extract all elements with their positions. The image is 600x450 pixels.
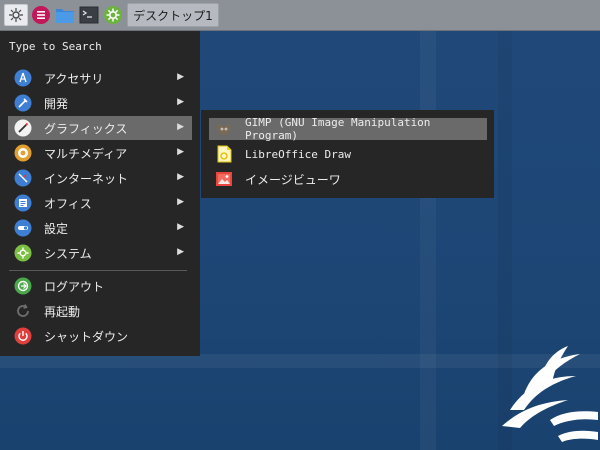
submenu-arrow-icon: ▶	[177, 172, 184, 182]
accessories-icon	[14, 69, 32, 87]
submenu-arrow-icon: ▶	[177, 97, 184, 107]
gimp-icon	[215, 120, 233, 138]
settings-icon	[104, 6, 122, 24]
shutdown-button[interactable]: シャットダウン	[8, 324, 192, 348]
submenu-item-label: LibreOffice Draw	[245, 147, 351, 161]
app-menu-button[interactable]	[30, 4, 52, 26]
submenu-arrow-icon: ▶	[177, 122, 184, 132]
whisker-menu-button[interactable]	[4, 4, 28, 26]
submenu-arrow-icon: ▶	[177, 222, 184, 232]
submenu-item-label: イメージビューワ	[245, 172, 341, 187]
search-input[interactable]: Type to Search	[9, 40, 102, 53]
libreoffice-draw-icon	[215, 145, 233, 163]
graphics-icon	[14, 119, 32, 137]
terminal-button[interactable]	[78, 4, 100, 26]
submenu-item-libreoffice-draw[interactable]: LibreOffice Draw	[209, 143, 487, 165]
logout-button[interactable]: ログアウト	[8, 274, 192, 298]
shutdown-label: シャットダウン	[44, 329, 129, 344]
menu-category-graphics[interactable]: グラフィックス ▶	[8, 116, 192, 140]
submenu-arrow-icon: ▶	[177, 197, 184, 207]
submenu-arrow-icon: ▶	[177, 147, 184, 157]
development-icon	[14, 94, 32, 112]
multimedia-icon	[14, 144, 32, 162]
menu-category-label: インターネット	[44, 171, 129, 186]
terminal-icon	[79, 6, 99, 24]
application-menu: Type to Search アクセサリ ▶ 開発 ▶ グラフィックス ▶ マル…	[0, 31, 200, 356]
menu-category-label: 開発	[44, 96, 69, 111]
menu-category-accessories[interactable]: アクセサリ ▶	[8, 66, 192, 90]
menu-category-label: システム	[44, 246, 92, 261]
internet-icon	[14, 169, 32, 187]
top-panel: デスクトップ1	[0, 0, 600, 31]
menu-category-label: アクセサリ	[44, 71, 104, 86]
settings-button[interactable]	[102, 4, 124, 26]
menu-category-label: グラフィックス	[44, 121, 128, 136]
graphics-submenu: GIMP (GNU Image Manipulation Program) Li…	[201, 110, 494, 198]
shutdown-icon	[14, 327, 32, 345]
app-menu-icon	[32, 6, 50, 24]
menu-category-label: 設定	[44, 221, 69, 236]
submenu-arrow-icon: ▶	[177, 247, 184, 257]
logout-label: ログアウト	[44, 279, 105, 294]
menu-category-multimedia[interactable]: マルチメディア ▶	[8, 141, 192, 165]
restart-button[interactable]: 再起動	[8, 299, 192, 323]
menu-category-office[interactable]: オフィス ▶	[8, 191, 192, 215]
office-icon	[14, 194, 32, 212]
submenu-arrow-icon: ▶	[177, 72, 184, 82]
menu-category-settings[interactable]: 設定 ▶	[8, 216, 192, 240]
menu-category-development[interactable]: 開発 ▶	[8, 91, 192, 115]
workspace-button[interactable]: デスクトップ1	[127, 3, 219, 27]
system-icon	[14, 244, 32, 262]
menu-category-label: マルチメディア	[44, 146, 128, 161]
submenu-item-gimp[interactable]: GIMP (GNU Image Manipulation Program)	[209, 116, 487, 142]
logout-icon	[14, 277, 32, 295]
restart-label: 再起動	[44, 304, 81, 319]
file-manager-button[interactable]	[54, 4, 76, 26]
submenu-item-label: GIMP (GNU Image Manipulation Program)	[245, 116, 431, 142]
menu-category-internet[interactable]: インターネット ▶	[8, 166, 192, 190]
menu-separator	[9, 270, 187, 271]
menu-category-system[interactable]: システム ▶	[8, 241, 192, 265]
image-viewer-icon	[215, 170, 233, 188]
menu-category-label: オフィス	[44, 196, 92, 211]
restart-icon	[14, 302, 32, 320]
file-manager-icon	[56, 9, 74, 23]
distro-logo-icon	[502, 346, 598, 442]
settings-category-icon	[14, 219, 32, 237]
whisker-menu-icon	[9, 8, 23, 22]
submenu-item-image-viewer[interactable]: イメージビューワ	[209, 168, 487, 190]
